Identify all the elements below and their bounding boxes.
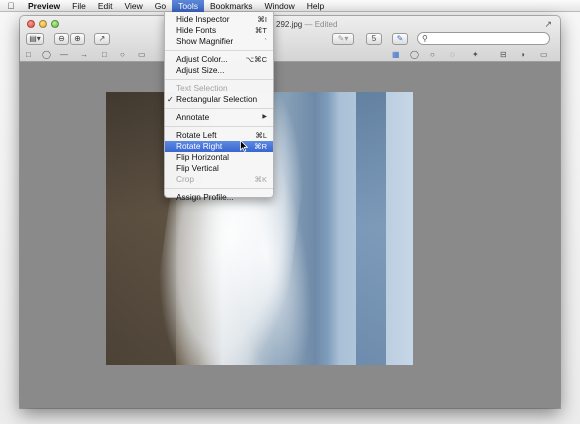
menu-go[interactable]: Go (149, 0, 172, 12)
menu-item-show-magnifier[interactable]: Show Magnifier ` (165, 36, 273, 47)
arrow-tool-icon[interactable]: → (80, 49, 88, 61)
document-title: 292.jpg — Edited (276, 20, 337, 29)
menu-item-shortcut: ` (264, 37, 268, 46)
menu-edit[interactable]: Edit (92, 0, 119, 12)
document-filename: 292.jpg (276, 20, 303, 29)
markup-pen-button[interactable]: ✎▾ (332, 33, 354, 45)
menu-view[interactable]: View (119, 0, 149, 12)
checkmark-icon: ✓ (167, 95, 174, 104)
menu-item-flip-horizontal[interactable]: Flip Horizontal (165, 152, 273, 163)
title-bar: 292.jpg — Edited ↗ ▤▾ ⊖ ⊕ ↗ ✎▾ 5 ✎ ⚲ □ ◯… (20, 16, 560, 62)
menu-item-label: Annotate (176, 112, 210, 122)
zoom-out-button[interactable]: ⊖ (54, 33, 69, 45)
menu-item-label: Adjust Color... (176, 54, 228, 64)
submenu-arrow-icon: ▶ (262, 114, 267, 120)
search-icon: ⚲ (422, 34, 428, 43)
zoom-window-button[interactable] (51, 20, 59, 28)
document-canvas[interactable] (20, 62, 560, 408)
edit-toolbar-button[interactable]: ✎ (392, 33, 408, 45)
instant-alpha-tool-icon[interactable]: ✦ (472, 49, 479, 61)
menu-item-label: Show Magnifier (176, 36, 234, 46)
sidebar-view-button[interactable]: ▤▾ (26, 33, 44, 45)
menu-item-hide-inspector[interactable]: Hide Inspector ⌘I (165, 14, 273, 25)
menu-preview[interactable]: Preview (22, 0, 66, 12)
share-button[interactable]: ↗ (94, 33, 110, 45)
minimize-window-button[interactable] (39, 20, 47, 28)
menu-separator (165, 50, 273, 51)
smart-lasso-tool-icon[interactable]: ◌ (450, 49, 455, 61)
crop-tool-icon[interactable]: ⊟ (500, 49, 507, 61)
menu-file[interactable]: File (66, 0, 92, 12)
menu-item-label: Hide Fonts (176, 25, 217, 35)
mouse-pointer-icon (240, 140, 248, 152)
oval-tool-icon[interactable]: ◯ (42, 49, 51, 61)
menu-bookmarks[interactable]: Bookmarks (204, 0, 259, 12)
line-tool-icon[interactable]: — (60, 49, 68, 61)
menu-item-flip-vertical[interactable]: Flip Vertical (165, 163, 273, 174)
document-edited-status: — Edited (304, 20, 338, 29)
apple-icon[interactable]:  (0, 0, 22, 12)
menu-item-label: Rectangular Selection (176, 94, 258, 104)
menu-item-shortcut: ⌘I (257, 15, 267, 24)
fullscreen-icon[interactable]: ↗ (544, 19, 552, 30)
menu-item-shortcut: ⌘T (254, 26, 267, 35)
menu-item-shortcut: ⌘R (254, 142, 267, 151)
menu-item-shortcut: ⌘L (255, 131, 267, 140)
menu-item-text-selection: Text Selection (165, 83, 273, 94)
menu-item-label: Flip Vertical (176, 163, 219, 173)
speech-bubble-tool-icon[interactable]: ○ (120, 49, 125, 61)
search-input[interactable]: ⚲ (417, 32, 550, 45)
menu-item-adjust-size[interactable]: Adjust Size... (165, 65, 273, 76)
menu-separator (165, 79, 273, 80)
menu-item-hide-fonts[interactable]: Hide Fonts ⌘T (165, 25, 273, 36)
elliptical-selection-tool-icon[interactable]: ◯ (410, 49, 419, 61)
adjust-size-tool-icon[interactable]: ▭ (540, 49, 548, 61)
menu-item-label: Flip Horizontal (176, 152, 230, 162)
menu-item-label: Crop (176, 174, 194, 184)
menu-separator (165, 188, 273, 189)
menu-tools[interactable]: Tools (172, 0, 204, 12)
menu-item-adjust-color[interactable]: Adjust Color... ⌥⌘C (165, 54, 273, 65)
menu-item-label: Adjust Size... (176, 65, 225, 75)
menu-separator (165, 108, 273, 109)
menu-item-crop: Crop ⌘K (165, 174, 273, 185)
tools-dropdown-menu: Hide Inspector ⌘I Hide Fonts ⌘T Show Mag… (164, 12, 274, 202)
text-tool-icon[interactable]: □ (102, 49, 107, 61)
menu-item-shortcut: ⌘K (254, 175, 267, 184)
preview-window: 292.jpg — Edited ↗ ▤▾ ⊖ ⊕ ↗ ✎▾ 5 ✎ ⚲ □ ◯… (20, 16, 560, 408)
menu-item-assign-profile[interactable]: Assign Profile... (165, 192, 273, 203)
menu-item-label: Text Selection (176, 83, 228, 93)
menu-item-label: Rotate Left (176, 130, 217, 140)
annotation-toolbar: □ ◯ — → □ ○ ▭ ▦ ◯ ○ ◌ ✦ ⊟ ◑ ▭ (20, 49, 560, 61)
close-window-button[interactable] (27, 20, 35, 28)
menu-item-rectangular-selection[interactable]: ✓ Rectangular Selection (165, 94, 273, 105)
rect-selection-tool-icon[interactable]: ▦ (392, 49, 400, 61)
note-tool-icon[interactable]: ▭ (138, 49, 146, 61)
menu-help[interactable]: Help (301, 0, 330, 12)
menu-item-annotate[interactable]: Annotate ▶ (165, 112, 273, 123)
menu-item-label: Hide Inspector (176, 14, 230, 24)
rectangle-tool-icon[interactable]: □ (26, 49, 31, 61)
lasso-tool-icon[interactable]: ○ (430, 49, 435, 61)
photo-sea-region (356, 92, 386, 365)
menu-window[interactable]: Window (258, 0, 300, 12)
menu-item-rotate-right[interactable]: Rotate Right ⌘R (165, 141, 273, 152)
menu-item-shortcut: ⌥⌘C (245, 55, 267, 64)
menu-bar:  Preview File Edit View Go Tools Bookma… (0, 0, 580, 12)
menu-item-label: Assign Profile... (176, 192, 234, 202)
zoom-in-button[interactable]: ⊕ (70, 33, 85, 45)
menu-item-label: Rotate Right (176, 141, 223, 151)
menu-separator (165, 126, 273, 127)
menu-item-rotate-left[interactable]: Rotate Left ⌘L (165, 130, 273, 141)
adjust-color-tool-icon[interactable]: ◑ (520, 49, 525, 61)
rotate-button[interactable]: 5 (366, 33, 382, 45)
